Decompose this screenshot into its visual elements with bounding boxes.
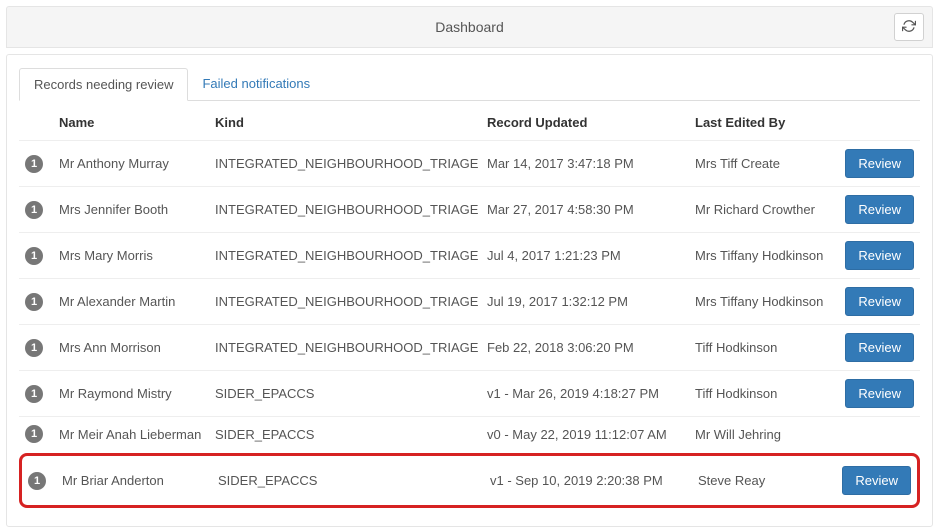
table-row: 1 Mrs Ann MorrisonINTEGRATED_NEIGHBOURHOO… — [19, 324, 920, 370]
cell-updated: Mar 27, 2017 4:58:30 PM — [487, 202, 695, 217]
col-header-updated: Record Updated — [487, 115, 695, 130]
cell-updated: Jul 4, 2017 1:21:23 PM — [487, 248, 695, 263]
count-badge: 1 — [25, 155, 43, 173]
count-badge: 1 — [25, 247, 43, 265]
col-header-name: Name — [59, 115, 215, 130]
cell-kind: INTEGRATED_NEIGHBOURHOOD_TRIAGE — [215, 202, 487, 217]
review-button[interactable]: Review — [845, 149, 914, 178]
count-badge: 1 — [25, 385, 43, 403]
cell-editor: Steve Reay — [698, 473, 836, 488]
cell-name: Mrs Mary Morris — [59, 248, 215, 263]
review-button[interactable]: Review — [845, 241, 914, 270]
page-header: Dashboard — [6, 6, 933, 48]
cell-editor: Tiff Hodkinson — [695, 386, 833, 401]
count-badge: 1 — [25, 339, 43, 357]
cell-kind: INTEGRATED_NEIGHBOURHOOD_TRIAGE — [215, 156, 487, 171]
cell-kind: INTEGRATED_NEIGHBOURHOOD_TRIAGE — [215, 340, 487, 355]
cell-editor: Mrs Tiffany Hodkinson — [695, 248, 833, 263]
cell-kind: INTEGRATED_NEIGHBOURHOOD_TRIAGE — [215, 248, 487, 263]
cell-updated: Feb 22, 2018 3:06:20 PM — [487, 340, 695, 355]
cell-kind: INTEGRATED_NEIGHBOURHOOD_TRIAGE — [215, 294, 487, 309]
tab-failed-notifications[interactable]: Failed notifications — [188, 68, 324, 101]
cell-editor: Mr Will Jehring — [695, 427, 833, 442]
tab-records-needing-review[interactable]: Records needing review — [19, 68, 188, 101]
table-row: 1 Mrs Jennifer BoothINTEGRATED_NEIGHBOURH… — [19, 186, 920, 232]
count-badge: 1 — [25, 293, 43, 311]
records-panel: Records needing review Failed notificati… — [6, 54, 933, 527]
review-button[interactable]: Review — [845, 195, 914, 224]
cell-name: Mrs Jennifer Booth — [59, 202, 215, 217]
cell-updated: Mar 14, 2017 3:47:18 PM — [487, 156, 695, 171]
cell-updated: v1 - Mar 26, 2019 4:18:27 PM — [487, 386, 695, 401]
cell-updated: Jul 19, 2017 1:32:12 PM — [487, 294, 695, 309]
col-header-kind: Kind — [215, 115, 487, 130]
table-row: 1 Mr Alexander MartinINTEGRATED_NEIGHBOUR… — [19, 278, 920, 324]
cell-updated: v0 - May 22, 2019 11:12:07 AM — [487, 427, 695, 442]
review-button[interactable]: Review — [842, 466, 911, 495]
table-body: 1Mr Anthony MurrayINTEGRATED_NEIGHBOURHO… — [19, 140, 920, 508]
count-badge: 1 — [25, 425, 43, 443]
cell-updated: v1 - Sep 10, 2019 2:20:38 PM — [490, 473, 698, 488]
cell-kind: SIDER_EPACCS — [215, 427, 487, 442]
cell-kind: SIDER_EPACCS — [218, 473, 490, 488]
refresh-icon — [902, 19, 916, 36]
review-button[interactable]: Review — [845, 333, 914, 362]
count-badge: 1 — [28, 472, 46, 490]
table-row: 1 Mr Meir Anah LiebermanSIDER_EPACCSv0 - … — [19, 416, 920, 451]
cell-name: Mr Meir Anah Lieberman — [59, 427, 215, 442]
cell-name: Mrs Ann Morrison — [59, 340, 215, 355]
table-row: 1 Mrs Mary MorrisINTEGRATED_NEIGHBOURHOOD… — [19, 232, 920, 278]
table-row: 1 Mr Raymond MistrySIDER_EPACCSv1 - Mar 2… — [19, 370, 920, 416]
page-title: Dashboard — [435, 19, 504, 35]
review-button[interactable]: Review — [845, 379, 914, 408]
count-badge: 1 — [25, 201, 43, 219]
cell-name: Mr Alexander Martin — [59, 294, 215, 309]
table-row: 1 Mr Briar AndertonSIDER_EPACCSv1 - Sep 1… — [19, 453, 920, 508]
cell-editor: Mrs Tiffany Hodkinson — [695, 294, 833, 309]
cell-name: Mr Anthony Murray — [59, 156, 215, 171]
col-header-editor: Last Edited By — [695, 115, 833, 130]
table-row: 1 Mr Anthony MurrayINTEGRATED_NEIGHBOURHO… — [19, 140, 920, 186]
cell-editor: Tiff Hodkinson — [695, 340, 833, 355]
table-header: Name Kind Record Updated Last Edited By — [19, 105, 920, 140]
review-button[interactable]: Review — [845, 287, 914, 316]
cell-name: Mr Briar Anderton — [62, 473, 218, 488]
cell-name: Mr Raymond Mistry — [59, 386, 215, 401]
cell-kind: SIDER_EPACCS — [215, 386, 487, 401]
refresh-button[interactable] — [894, 13, 924, 41]
cell-editor: Mr Richard Crowther — [695, 202, 833, 217]
cell-editor: Mrs Tiff Create — [695, 156, 833, 171]
tabs: Records needing review Failed notificati… — [19, 67, 920, 101]
